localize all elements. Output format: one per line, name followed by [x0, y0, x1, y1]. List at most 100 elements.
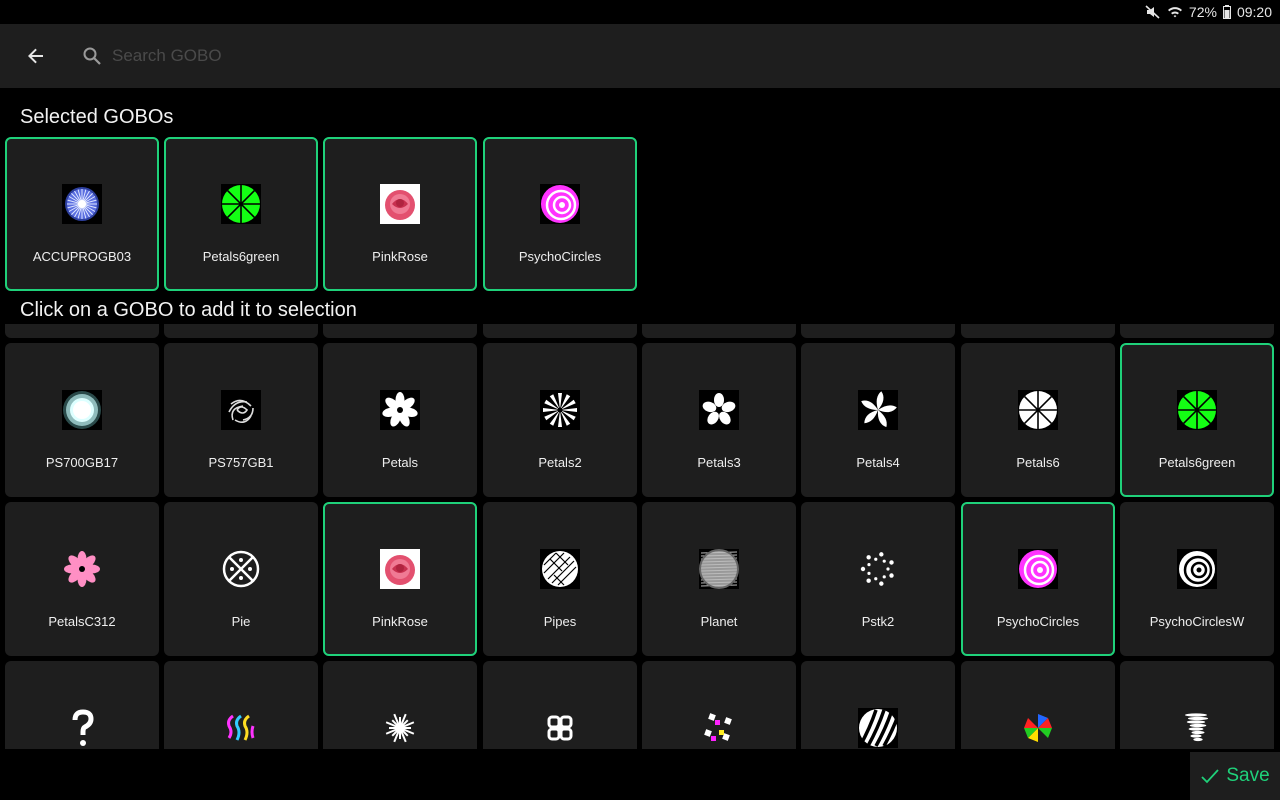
gobo-tile[interactable]: Petals	[323, 343, 477, 497]
check-icon	[1201, 769, 1220, 784]
gobo-label: PinkRose	[372, 614, 428, 629]
tornado-gobo-icon	[1177, 708, 1217, 748]
gobo-tile[interactable]	[801, 661, 955, 749]
pstk2-gobo-icon	[858, 549, 898, 589]
petals-gobo-icon	[380, 390, 420, 430]
petals4-gobo-icon	[858, 390, 898, 430]
question-gobo-icon	[62, 708, 102, 748]
gobo-label: Pie	[231, 614, 251, 629]
gobo-tile[interactable]: Petals6	[961, 343, 1115, 497]
gobo-tile[interactable]: PS757GB1	[164, 343, 318, 497]
selected-gobo-tile[interactable]: Petals6green	[164, 137, 318, 291]
planet-gobo-icon	[699, 549, 739, 589]
gobo-tile[interactable]: Petals3	[642, 343, 796, 497]
search-icon	[72, 46, 112, 66]
gobo-tile[interactable]: PsychoCircles	[961, 502, 1115, 656]
search-input[interactable]	[112, 36, 712, 76]
partial-tile[interactable]	[5, 324, 159, 338]
partial-tile[interactable]	[483, 324, 637, 338]
app-bar	[0, 24, 1280, 88]
gobo-label: PsychoCircles	[518, 249, 602, 264]
gobo-tile[interactable]: PinkRose	[323, 502, 477, 656]
petals6green-gobo-icon	[221, 184, 261, 224]
pipes-gobo-icon	[540, 549, 580, 589]
pinkrose-gobo-icon	[380, 184, 420, 224]
selected-gobo-tile[interactable]: PinkRose	[323, 137, 477, 291]
petals6green-gobo-icon	[1177, 390, 1217, 430]
partial-tile[interactable]	[164, 324, 318, 338]
color-windmill-gobo-icon	[1018, 708, 1058, 748]
partial-tile[interactable]	[1120, 324, 1274, 338]
gobo-label: Pstk2	[861, 614, 895, 629]
battery-percent: 72%	[1188, 4, 1217, 20]
gobo-label: Petals6	[1016, 455, 1060, 470]
save-label: Save	[1226, 765, 1270, 786]
selected-gobo-tile[interactable]: PsychoCircles	[483, 137, 637, 291]
partial-tile[interactable]	[642, 324, 796, 338]
partial-tile[interactable]	[961, 324, 1115, 338]
petals2-gobo-icon	[540, 390, 580, 430]
wifi-icon	[1167, 7, 1182, 18]
gobo-label: Petals2	[538, 455, 582, 470]
petalsc312-gobo-icon	[62, 549, 102, 589]
gobo-tile[interactable]	[1120, 661, 1274, 749]
arrow-left-icon	[28, 48, 43, 64]
petals3-gobo-icon	[699, 390, 739, 430]
gobo-tile[interactable]: Petals4	[801, 343, 955, 497]
ps700gb17-gobo-icon	[62, 390, 102, 430]
gobo-tile[interactable]	[961, 661, 1115, 749]
gobo-tile[interactable]	[164, 661, 318, 749]
gobo-label: Petals6green	[1158, 455, 1236, 470]
status-bar: 72% 09:20	[0, 0, 1280, 24]
gobo-tile[interactable]: Planet	[642, 502, 796, 656]
gobo-tile[interactable]	[323, 661, 477, 749]
library-title: Click on a GOBO to add it to selection	[20, 299, 357, 321]
gobo-library-grid[interactable]: PS700GB17 PS757GB1 Petals Petals2 Petals3 Pet…	[0, 338, 1280, 749]
gobo-tile[interactable]: Pie	[164, 502, 318, 656]
gobo-label: Petals	[381, 455, 419, 470]
pinkrose-gobo-icon	[380, 549, 420, 589]
wavy-lines-gobo-icon	[221, 708, 261, 748]
gobo-label: Planet	[700, 614, 738, 629]
back-button[interactable]	[0, 24, 72, 88]
gobo-tile[interactable]: PetalsC312	[5, 502, 159, 656]
save-button[interactable]: Save	[1190, 752, 1280, 800]
gobo-tile[interactable]	[642, 661, 796, 749]
gobo-label: Pipes	[543, 614, 577, 629]
mute-icon	[1145, 5, 1160, 19]
gobo-label: PS757GB1	[208, 455, 274, 470]
gobo-label: PsychoCirclesW	[1149, 614, 1245, 629]
selected-gobo-tile[interactable]: ACCUPROGB03	[5, 137, 159, 291]
starburst-gobo-icon	[380, 708, 420, 748]
accuprogb03-gobo-icon	[62, 184, 102, 224]
gobo-tile[interactable]: Petals2	[483, 343, 637, 497]
gobo-tile[interactable]	[5, 661, 159, 749]
psychocirclesw-gobo-icon	[1177, 549, 1217, 589]
gobo-label: PsychoCircles	[996, 614, 1080, 629]
clock: 09:20	[1236, 4, 1272, 20]
gobo-tile[interactable]: Pipes	[483, 502, 637, 656]
knot-gobo-icon	[540, 708, 580, 748]
gobo-tile[interactable]	[483, 661, 637, 749]
psychocircles-gobo-icon	[1018, 549, 1058, 589]
gobo-label: Petals6green	[202, 249, 280, 264]
gobo-tile[interactable]: Pstk2	[801, 502, 955, 656]
gobo-label: PinkRose	[372, 249, 428, 264]
psychocircles-gobo-icon	[540, 184, 580, 224]
gobo-label: ACCUPROGB03	[32, 249, 132, 264]
partial-tile[interactable]	[323, 324, 477, 338]
partial-tile[interactable]	[801, 324, 955, 338]
pie-gobo-icon	[221, 549, 261, 589]
gobo-label: Petals3	[697, 455, 741, 470]
magenta-squares-gobo-icon	[699, 708, 739, 748]
selected-gobos-title: Selected GOBOs	[20, 106, 174, 128]
gobo-label: PS700GB17	[45, 455, 119, 470]
gobo-tile[interactable]: Petals6green	[1120, 343, 1274, 497]
petals6-gobo-icon	[1018, 390, 1058, 430]
sphere-lines-gobo-icon	[858, 708, 910, 748]
gobo-tile[interactable]: PsychoCirclesW	[1120, 502, 1274, 656]
gobo-label: PetalsC312	[48, 614, 116, 629]
gobo-label: Petals4	[856, 455, 900, 470]
gobo-tile[interactable]: PS700GB17	[5, 343, 159, 497]
battery-icon	[1222, 5, 1231, 19]
